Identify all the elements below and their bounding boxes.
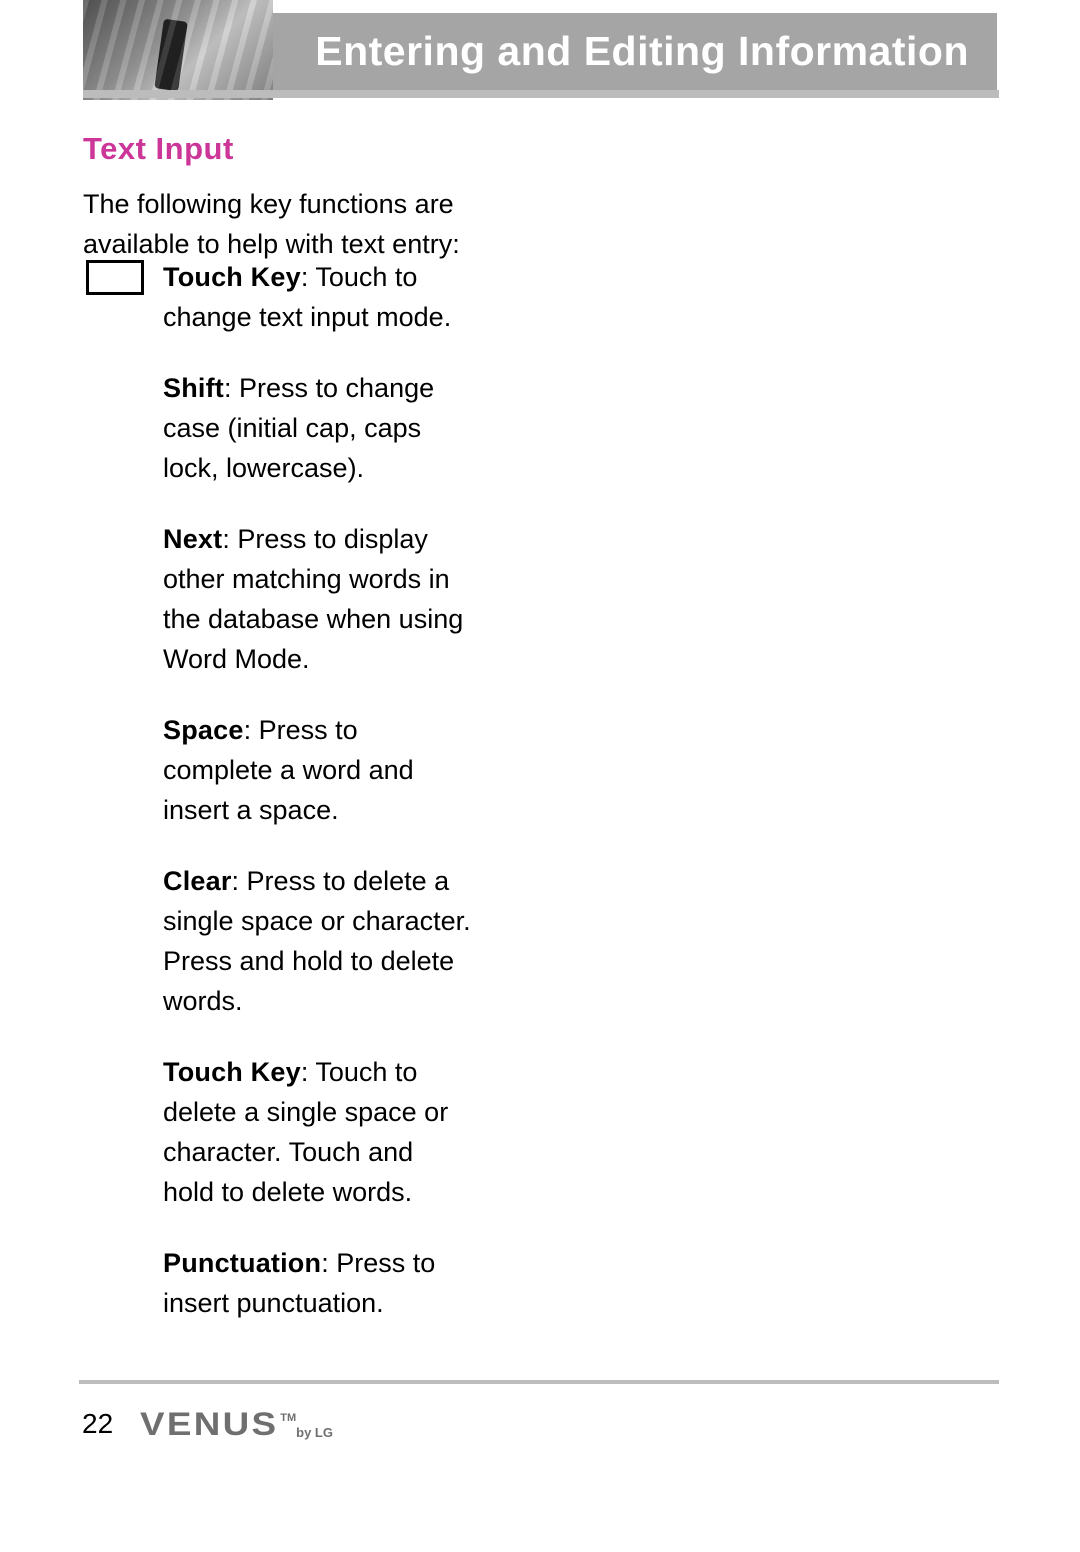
touch-key-icon [86, 260, 144, 295]
definition-list: Touch Key: Touch to change text input mo… [163, 257, 471, 1323]
header-underline [83, 90, 999, 98]
definition-item: Punctuation: Press to insert punctuation… [163, 1243, 471, 1323]
definition-term: Touch Key [163, 1057, 301, 1087]
page-number: 22 [82, 1408, 113, 1440]
header-decorative-photo [83, 0, 273, 100]
definition-term: Touch Key [163, 262, 301, 292]
definition-term: Shift [163, 373, 224, 403]
footer-divider [79, 1380, 999, 1384]
definition-item: Touch Key: Touch to delete a single spac… [163, 1052, 471, 1212]
definition-item: Touch Key: Touch to change text input mo… [163, 257, 471, 337]
logo-venus-text: VENUS [140, 1406, 278, 1443]
logo-bylg-text: by LG [296, 1425, 333, 1440]
definition-term: Punctuation [163, 1248, 321, 1278]
definition-item: Clear: Press to delete a single space or… [163, 861, 471, 1021]
definition-item: Next: Press to display other matching wo… [163, 519, 471, 679]
chapter-title: Entering and Editing Information [315, 28, 969, 75]
manual-page: Entering and Editing Information Text In… [0, 0, 1080, 1552]
section-intro-text: The following key functions are availabl… [83, 184, 503, 264]
definition-item: Space: Press to complete a word and inse… [163, 710, 471, 830]
logo-trademark: TM [280, 1412, 296, 1424]
footer-logo: VENUS TM by LG [140, 1406, 313, 1443]
definition-term: Clear [163, 866, 232, 896]
definition-term: Next [163, 524, 222, 554]
definition-item: Shift: Press to change case (initial cap… [163, 368, 471, 488]
section-heading: Text Input [83, 131, 234, 167]
definition-term: Space [163, 715, 244, 745]
